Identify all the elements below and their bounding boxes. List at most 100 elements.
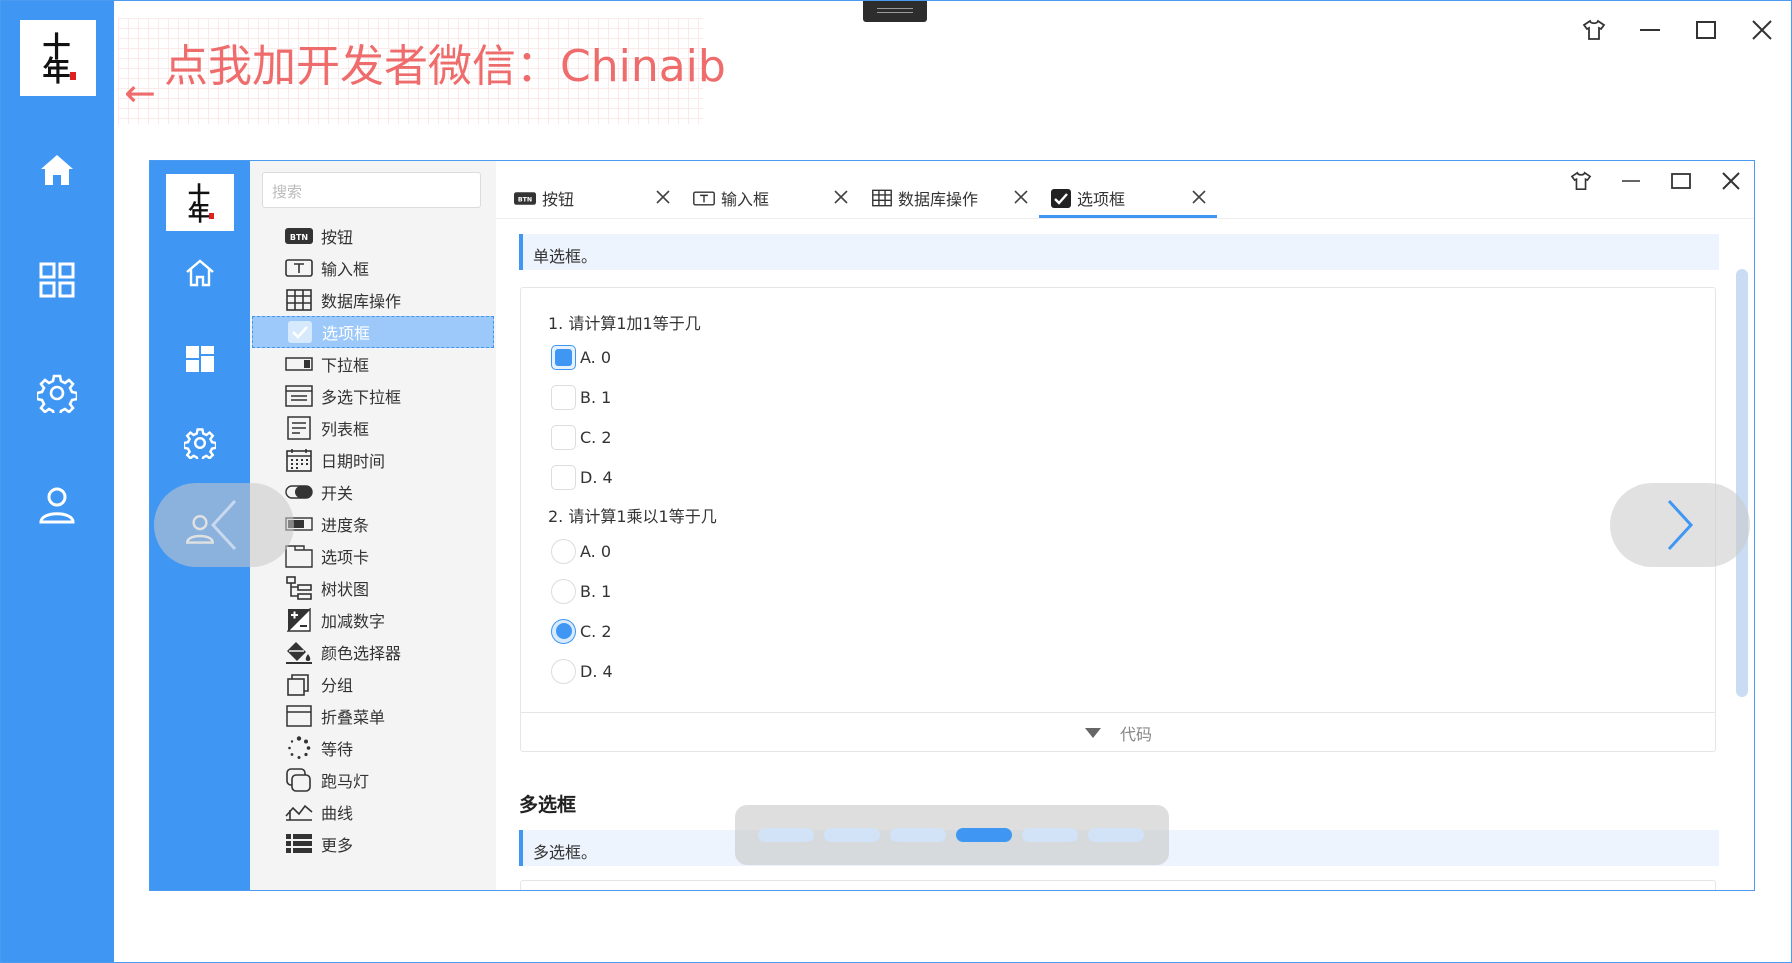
radio-button[interactable]	[551, 658, 576, 684]
tab-database[interactable]: 数据库操作	[872, 175, 978, 221]
content-scrollbar[interactable]	[1736, 269, 1748, 697]
settings-icon	[37, 374, 77, 413]
maximize-icon	[1671, 173, 1691, 189]
app-logo: 十年	[20, 20, 96, 96]
toggle-icon	[285, 481, 313, 503]
menu-item-loading[interactable]: 等待	[250, 732, 496, 764]
carousel-dot[interactable]	[1088, 828, 1144, 842]
tab-close-button[interactable]	[830, 186, 852, 208]
outer-skin-button[interactable]	[1574, 10, 1614, 50]
option-label: D. 4	[580, 661, 613, 681]
q1-option-b[interactable]: B. 1	[551, 383, 611, 411]
close-icon	[834, 190, 848, 204]
promo-arrow: ←	[124, 71, 156, 115]
checkbox[interactable]	[551, 384, 576, 410]
tab-close-button[interactable]	[1010, 186, 1032, 208]
menu-item-tree[interactable]: 树状图	[250, 572, 496, 604]
q2-option-c[interactable]: C. 2	[551, 617, 612, 645]
paint-bucket-icon	[285, 641, 313, 664]
outer-nav-grid[interactable]	[0, 250, 114, 310]
checkbox-checked[interactable]	[551, 344, 576, 370]
menu-item-curve[interactable]: 曲线	[250, 796, 496, 828]
menu-label: 颜色选择器	[321, 644, 402, 663]
carousel-dot[interactable]	[824, 828, 880, 842]
inner-minimize-button[interactable]	[1609, 161, 1653, 201]
tab-close-button[interactable]	[652, 186, 674, 208]
table-icon	[285, 289, 313, 311]
carousel-dot[interactable]	[890, 828, 946, 842]
menu-item-marquee[interactable]: 跑马灯	[250, 764, 496, 796]
menu-item-database[interactable]: 数据库操作	[250, 284, 496, 316]
tab-textbox[interactable]: 输入框	[693, 175, 769, 221]
inner-maximize-button[interactable]	[1659, 161, 1703, 201]
carousel-dot[interactable]	[758, 828, 814, 842]
menu-label: 多选下拉框	[321, 388, 402, 407]
tab-close-button[interactable]	[1188, 186, 1210, 208]
radio-button[interactable]	[551, 538, 576, 564]
menu-search-input[interactable]: 搜索	[262, 172, 481, 208]
carousel-prev-button[interactable]	[154, 483, 294, 567]
carousel-next-button[interactable]	[1610, 483, 1750, 567]
developer-wechat-link[interactable]: 点我加开发者微信：Chinaib	[164, 30, 726, 94]
option-label: A. 0	[580, 347, 612, 367]
tab-button[interactable]: BTN 按钮	[514, 175, 574, 221]
menu-item-numeric[interactable]: 加减数字	[250, 604, 496, 636]
maximize-icon	[1696, 21, 1716, 39]
menu-item-dropdown[interactable]: 下拉框	[250, 348, 496, 380]
menu-item-checkbox[interactable]: 选项框	[252, 316, 494, 348]
carousel-dot-active[interactable]	[956, 828, 1012, 842]
menu-item-group[interactable]: 分组	[250, 668, 496, 700]
textbox-icon	[285, 257, 313, 279]
outer-maximize-button[interactable]	[1686, 10, 1726, 50]
outer-nav-settings[interactable]	[0, 363, 114, 423]
outer-nav-home[interactable]	[0, 140, 114, 200]
menu-item-button[interactable]: BTN 按钮	[250, 220, 496, 252]
menu-item-color-picker[interactable]: 颜色选择器	[250, 636, 496, 668]
svg-text:BTN: BTN	[290, 233, 308, 242]
listbox-icon	[285, 416, 313, 440]
option-label: D. 4	[580, 467, 613, 487]
close-icon	[1192, 190, 1206, 204]
menu-label: 曲线	[321, 804, 354, 823]
menu-item-listbox[interactable]: 列表框	[250, 412, 496, 444]
tab-label: 按钮	[542, 190, 575, 209]
drag-handle[interactable]	[863, 0, 927, 22]
inner-nav-settings[interactable]	[150, 418, 250, 468]
menu-item-datetime[interactable]: 日期时间	[250, 444, 496, 476]
tab-label: 数据库操作	[898, 190, 979, 209]
close-icon	[656, 190, 670, 204]
btn-icon: BTN	[514, 191, 536, 205]
outer-close-button[interactable]	[1742, 10, 1782, 50]
inner-close-button[interactable]	[1709, 161, 1753, 201]
q1-option-d[interactable]: D. 4	[551, 463, 613, 491]
textbox-icon	[693, 191, 715, 205]
calendar-icon	[285, 449, 313, 472]
menu-item-more[interactable]: 更多	[250, 828, 496, 860]
inner-skin-button[interactable]	[1559, 161, 1603, 201]
carousel-dot[interactable]	[1022, 828, 1078, 842]
q1-option-c[interactable]: C. 2	[551, 423, 612, 451]
question-1-title: 1. 请计算1加1等于几	[548, 314, 701, 333]
q1-option-a[interactable]: A. 0	[551, 343, 611, 371]
outer-nav-user[interactable]	[0, 475, 114, 535]
q2-option-a[interactable]: A. 0	[551, 537, 611, 565]
checkbox[interactable]	[551, 424, 576, 450]
q2-option-b[interactable]: B. 1	[551, 577, 611, 605]
menu-item-multiselect[interactable]: 多选下拉框	[250, 380, 496, 412]
option-label: B. 1	[580, 387, 612, 407]
inner-nav-tiles[interactable]	[150, 334, 250, 384]
inner-nav-home[interactable]	[150, 248, 250, 298]
menu-item-textbox[interactable]: 输入框	[250, 252, 496, 284]
dropdown-icon	[285, 353, 313, 375]
code-toggle[interactable]: 代码	[521, 712, 1715, 752]
checkbox[interactable]	[551, 464, 576, 490]
radio-button[interactable]	[551, 578, 576, 604]
q2-option-d[interactable]: D. 4	[551, 657, 613, 685]
option-label: A. 0	[580, 541, 612, 561]
menu-item-accordion[interactable]: 折叠菜单	[250, 700, 496, 732]
table-icon	[872, 189, 892, 207]
outer-minimize-button[interactable]	[1630, 10, 1670, 50]
minimize-icon	[1622, 180, 1640, 182]
radio-button-checked[interactable]	[551, 618, 576, 644]
group-icon	[285, 673, 313, 696]
